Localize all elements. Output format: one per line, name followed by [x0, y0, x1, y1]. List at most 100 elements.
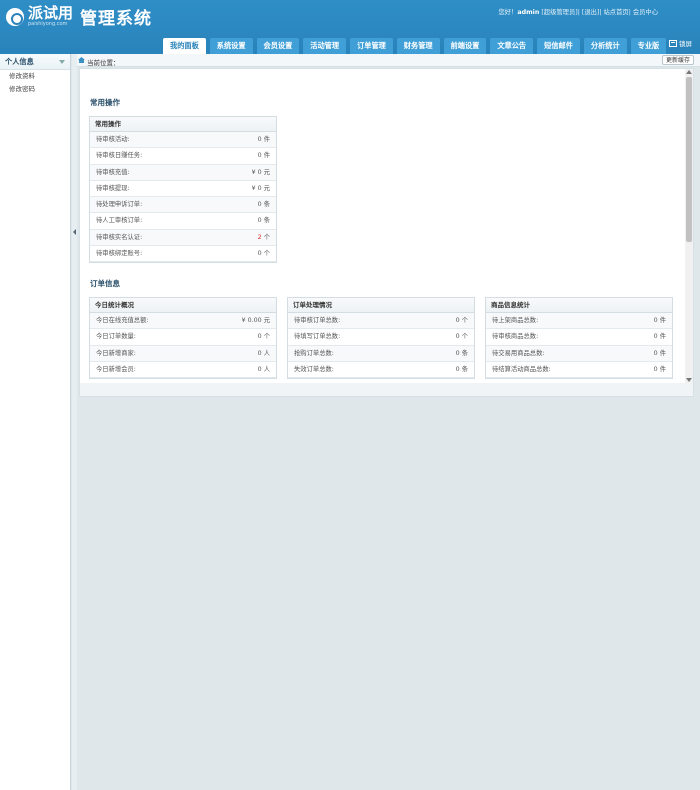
stat-unit: 元 — [263, 317, 270, 324]
stat-unit: 个 — [263, 333, 270, 341]
stat-number: 0 — [257, 365, 262, 373]
stat-row: 待处理申诉订单: 0 条 — [90, 197, 276, 214]
stat-label: 今日订单数量: — [96, 333, 136, 341]
top-links: 您好！admin [超级管理员]| [退出]| 站点首页| 会员中心 — [498, 9, 658, 16]
stat-unit: 件 — [263, 136, 270, 143]
stat-label: 待审核日赚任务: — [96, 152, 143, 160]
stat-number: 0 — [653, 365, 658, 373]
stat-label: 抢购订单总数: — [294, 349, 334, 357]
today-stats-panel: 今日统计概况 今日在线充值总额: ¥ 0.00 元今日订单数量: 0 个今日新增商家… — [89, 297, 277, 380]
stat-unit: 个 — [263, 250, 270, 258]
role-label: [超级管理员] — [541, 9, 578, 16]
sidebar-item-change-password[interactable]: 修改密码 — [0, 83, 70, 96]
stat-unit: 个 — [461, 333, 468, 341]
stat-row: 待审核提现: ¥ 0 元 — [90, 181, 276, 198]
stat-number: 0 — [257, 152, 262, 160]
stat-row: 待审核绑定账号: 0 个 — [90, 246, 276, 263]
nav-tab[interactable]: 前端设置 — [443, 38, 487, 54]
stat-row: 待交易用商品总数: 0 件 — [486, 345, 672, 362]
nav-tab[interactable]: 订单管理 — [350, 38, 393, 54]
top-header: 派试用 paishiyong.com 管理系统 您好！admin [超级管理员]… — [0, 0, 700, 54]
stat-label: 今日新增会员: — [96, 365, 136, 373]
refresh-cache-button[interactable]: 更新缓存 — [661, 55, 694, 65]
nav-tab[interactable]: 短信邮件 — [537, 38, 580, 54]
stat-row: 今日在线充值总额: ¥ 0.00 元 — [90, 313, 276, 330]
site-home-link[interactable]: 站点首页 — [604, 9, 629, 16]
site-logo[interactable]: 派试用 paishiyong.com — [6, 6, 73, 27]
stat-unit: 条 — [461, 349, 468, 357]
main-nav: 我的面板 系统设置 会员设置 活动管理 订单管理 财务管理 前端设置 文章公告 短信邮件 分析统计… — [163, 38, 670, 54]
stat-label: 失效订单总数: — [294, 365, 334, 373]
panel-title: 订单处理情况 — [288, 298, 474, 313]
nav-tab[interactable]: 会员设置 — [256, 38, 300, 54]
chevron-down-icon — [59, 59, 65, 64]
stat-value: ¥ 0 元 — [252, 181, 270, 196]
logout-link[interactable]: [退出] — [582, 9, 600, 16]
stat-value: 0 条 — [456, 346, 468, 361]
stat-row: 待审核活动: 0 件 — [90, 132, 276, 149]
stat-row: 今日新增会员: 0 人 — [90, 362, 276, 379]
vertical-scrollbar[interactable] — [685, 69, 693, 384]
stat-label: 待结算活动商品总数: — [492, 365, 551, 373]
stat-label: 今日新增商家: — [96, 349, 136, 357]
logo-icon — [6, 7, 24, 26]
stat-unit: 件 — [263, 152, 270, 160]
stat-row: 待审核订单总数: 0 个 — [288, 313, 474, 330]
sidebar-item-edit-profile[interactable]: 修改资料 — [0, 70, 70, 83]
nav-tab[interactable]: 系统设置 — [209, 38, 253, 54]
stat-value: 0 个 — [456, 329, 468, 344]
stat-value: 0 件 — [654, 346, 666, 361]
greeting: 您好！ — [498, 9, 518, 16]
nav-tab[interactable]: 专业版 — [630, 38, 667, 54]
common-operations-panel: 常用操作 待审核活动: 0 件待审核日赚任务: 0 件待审核充值: ¥ 0 元待审核提… — [89, 116, 277, 264]
stat-number: ¥ 0 — [251, 184, 262, 192]
stat-value: ¥ 0.00 元 — [242, 313, 270, 328]
stat-value: 0 个 — [258, 329, 270, 344]
stat-number: 0 — [653, 349, 658, 357]
stat-value: ¥ 0 元 — [252, 165, 270, 180]
sidebar-header[interactable]: 个人信息 — [0, 54, 70, 70]
nav-tab[interactable]: 文章公告 — [490, 38, 534, 54]
stat-row: 待上架商品总数: 0 件 — [486, 313, 672, 330]
content-footer-bar — [79, 383, 694, 397]
stat-label: 待审核活动: — [96, 136, 130, 143]
stat-label: 待人工审核订单: — [96, 217, 143, 225]
stat-number: ¥ 0.00 — [241, 317, 262, 324]
stat-label: 今日在线充值总额: — [96, 317, 149, 324]
stat-value: 0 件 — [258, 132, 270, 147]
home-icon — [78, 57, 85, 63]
stat-row: 今日订单数量: 0 个 — [90, 329, 276, 346]
stat-unit: 条 — [461, 365, 468, 373]
stat-value: 0 个 — [456, 313, 468, 328]
lock-screen-button[interactable]: 锁屏 — [669, 38, 692, 48]
stat-number: 0 — [257, 136, 262, 143]
breadcrumb-label: 当前位置： — [87, 59, 120, 67]
stat-row: 待审核实名认证: 2 个 — [90, 229, 276, 247]
stat-number: 0 — [257, 349, 262, 357]
nav-tab[interactable]: 财务管理 — [396, 38, 440, 54]
stat-number: 0 — [653, 333, 658, 341]
stat-unit: 人 — [263, 365, 270, 373]
panel-title: 商品信息统计 — [486, 298, 672, 313]
system-title: 管理系统 — [80, 9, 152, 29]
scrollbar-thumb[interactable] — [686, 77, 692, 242]
member-center-link[interactable]: 会员中心 — [633, 9, 658, 16]
scroll-down-arrow-icon[interactable] — [686, 378, 692, 382]
stat-row: 待填写订单总数: 0 个 — [288, 329, 474, 346]
stat-number: 0 — [455, 349, 460, 357]
stat-value: 0 件 — [654, 362, 666, 377]
scroll-up-arrow-icon[interactable] — [686, 70, 692, 74]
nav-tab[interactable]: 我的面板 — [163, 38, 206, 54]
nav-tab[interactable]: 分析统计 — [583, 38, 627, 54]
stat-label: 待填写订单总数: — [294, 333, 341, 341]
panel-title: 今日统计概况 — [90, 298, 276, 313]
collapse-arrow-icon[interactable] — [73, 229, 76, 235]
stat-unit: 个 — [263, 233, 270, 241]
stat-unit: 元 — [263, 184, 270, 192]
stat-label: 待审核商品总数: — [492, 333, 539, 341]
logo-url: paishiyong.com — [28, 21, 68, 27]
stat-label: 待审核绑定账号: — [96, 250, 143, 258]
nav-tab[interactable]: 活动管理 — [303, 38, 347, 54]
stat-value: 0 人 — [258, 362, 270, 377]
stat-unit: 件 — [659, 365, 666, 373]
